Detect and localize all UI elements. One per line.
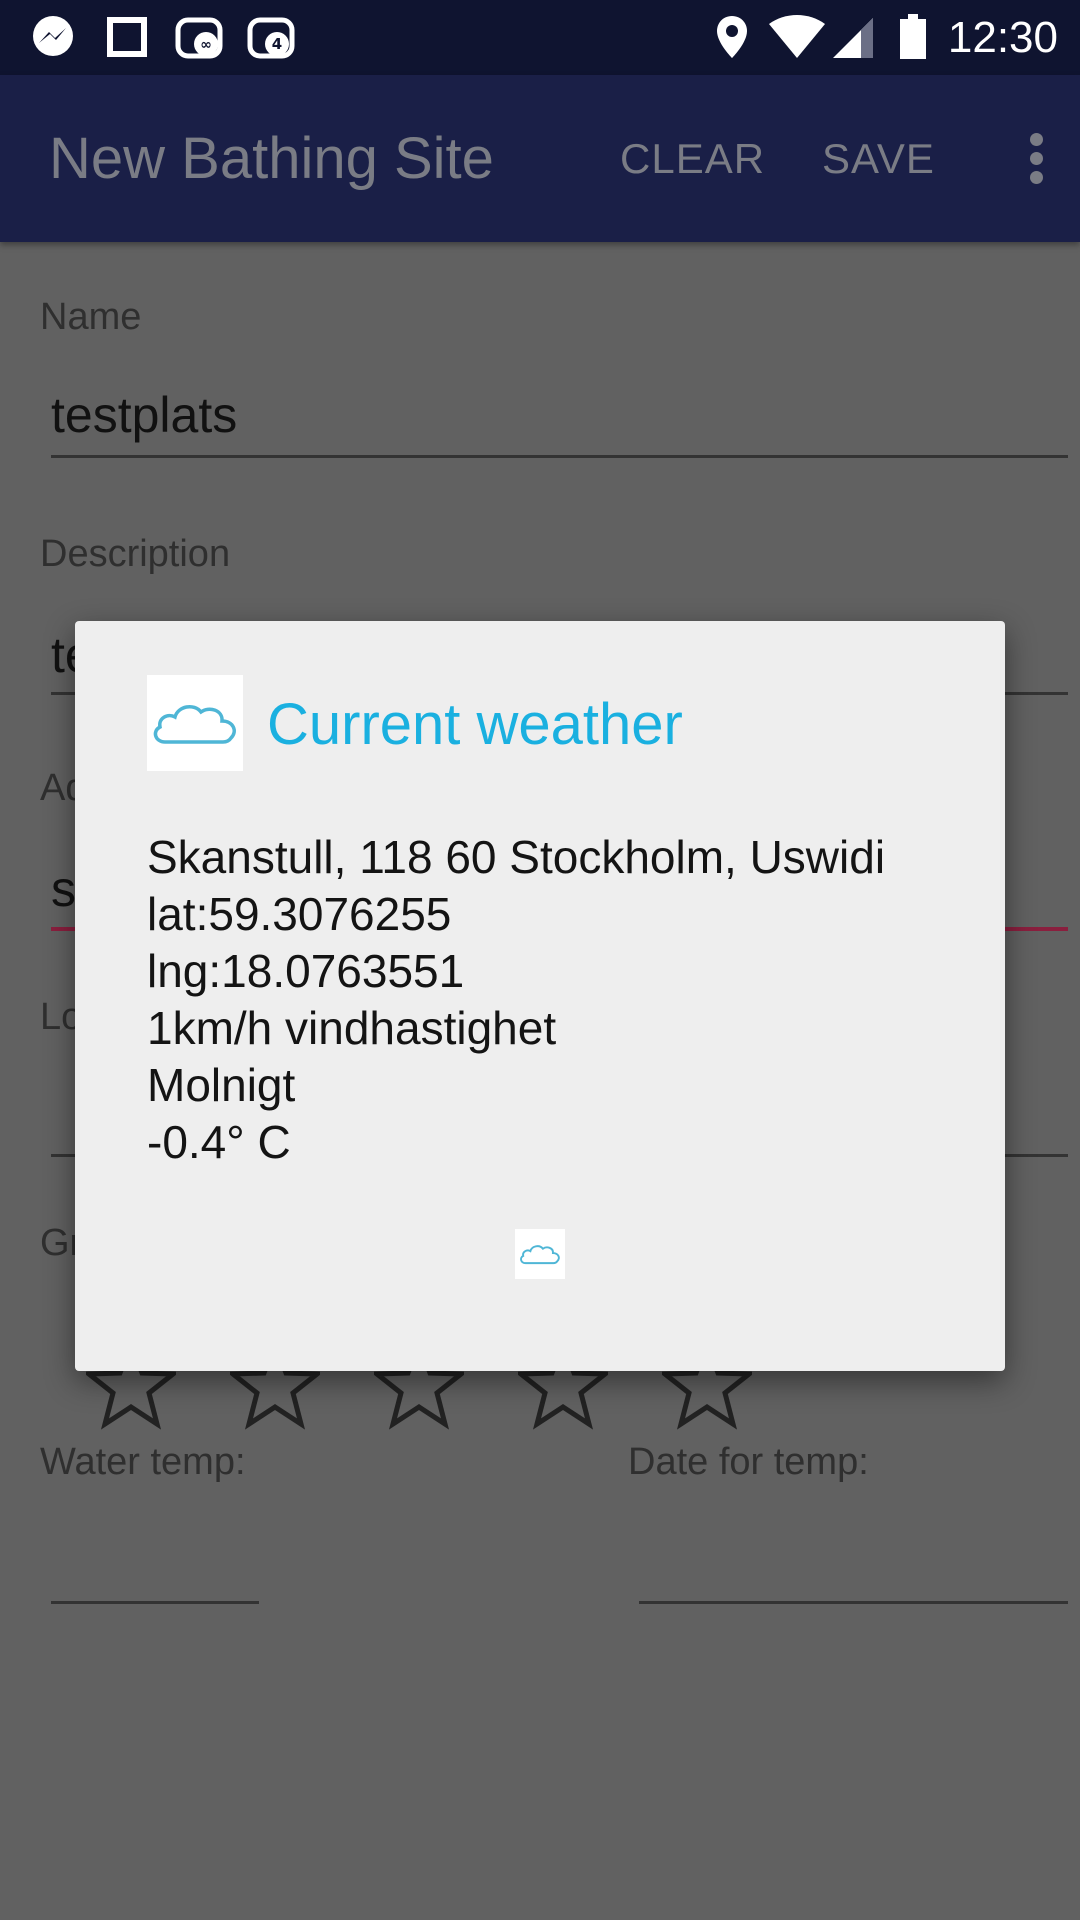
weather-temperature: -0.4° C — [147, 1116, 291, 1168]
address-field[interactable]: s — [51, 860, 76, 918]
save-button[interactable]: SAVE — [822, 135, 935, 183]
weather-address: Skanstull, 118 60 Stockholm, Uswidi — [147, 831, 886, 883]
weather-dialog: Current weather Skanstull, 118 60 Stockh… — [75, 621, 1005, 1371]
weather-condition: Molnigt — [147, 1059, 296, 1111]
svg-text:∞: ∞ — [200, 37, 212, 53]
weather-lat: lat:59.3076255 — [147, 888, 452, 940]
weather-wind: 1km/h vindhastighet — [147, 1002, 557, 1054]
location-icon — [712, 12, 752, 62]
app-bar: New Bathing Site CLEAR SAVE — [0, 75, 1080, 242]
name-field[interactable]: testplats — [51, 386, 237, 444]
pig-infinity-icon: ∞ — [172, 12, 226, 62]
date-for-temp-label: Date for temp: — [628, 1441, 869, 1483]
cloud-icon — [147, 675, 243, 771]
battery-icon — [896, 12, 930, 62]
signal-icon — [830, 12, 876, 62]
date-for-temp-field[interactable] — [639, 1601, 1068, 1604]
square-icon — [102, 12, 152, 62]
name-underline — [51, 455, 1068, 458]
notification-count-icon: 4 — [244, 12, 298, 62]
weather-details: Skanstull, 118 60 Stockholm, Uswidi lat:… — [147, 829, 885, 1171]
more-vert-icon[interactable] — [1026, 133, 1046, 185]
clear-button[interactable]: CLEAR — [620, 135, 765, 183]
status-bar: ∞ 4 12:30 — [0, 0, 1080, 75]
dialog-title: Current weather — [267, 692, 683, 757]
description-label: Description — [40, 533, 231, 575]
wifi-icon — [766, 12, 828, 62]
name-label: Name — [40, 296, 142, 338]
weather-lng: lng:18.0763551 — [147, 945, 465, 997]
water-temp-field[interactable] — [51, 1601, 259, 1604]
status-time: 12:30 — [947, 13, 1058, 62]
notification-count: 4 — [272, 35, 282, 53]
messenger-icon — [28, 12, 78, 62]
cloud-icon-small — [515, 1229, 565, 1279]
page-title: New Bathing Site — [49, 126, 494, 191]
water-temp-label: Water temp: — [40, 1441, 246, 1483]
